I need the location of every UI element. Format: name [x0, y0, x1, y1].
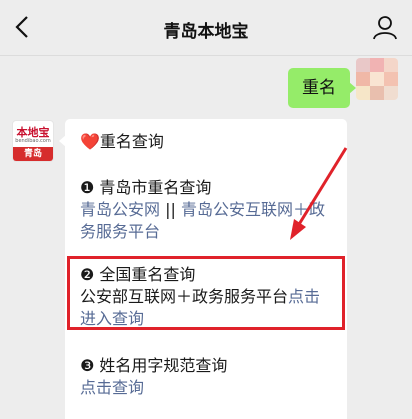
logo-city-text: 青岛 — [13, 147, 53, 161]
user-icon[interactable] — [372, 14, 398, 40]
heart-icon: ❤️ — [80, 132, 100, 151]
sent-message-text: 重名 — [302, 78, 336, 98]
link-qingdao-police[interactable]: 青岛公安网 — [80, 200, 160, 219]
logo-url-text: bendibao.com — [15, 138, 51, 144]
item1-title: ❶ 青岛市重名查询 — [80, 178, 212, 197]
item2-title: ❷ 全国重名查询 — [80, 265, 196, 284]
item1-links: 青岛公安网 || 青岛公安互联网＋政 — [80, 200, 325, 219]
link-national-query-cont[interactable]: 进入查询 — [80, 308, 144, 330]
user-avatar[interactable] — [356, 58, 398, 100]
sent-message-bubble[interactable]: 重名 — [288, 68, 356, 108]
link-qingdao-police-internet-cont[interactable]: 务服务平台 — [80, 221, 160, 243]
link-national-query[interactable]: 点击 — [288, 287, 320, 306]
chat-header: 青岛本地宝 — [0, 0, 412, 56]
item2-text: 公安部互联网＋政务服务平台点击 — [80, 287, 321, 306]
card-heading: ❤️重名查询 — [80, 132, 164, 151]
bendibao-avatar[interactable]: 本地宝 bendibao.com 青岛 — [12, 120, 54, 162]
item3-title: ❸ 姓名用字规范查询 — [80, 356, 228, 375]
chat-title: 青岛本地宝 — [163, 22, 249, 42]
link-qingdao-police-internet[interactable]: 青岛公安互联网＋政 — [181, 200, 325, 219]
link-name-standard-query[interactable]: 点击查询 — [80, 377, 144, 399]
